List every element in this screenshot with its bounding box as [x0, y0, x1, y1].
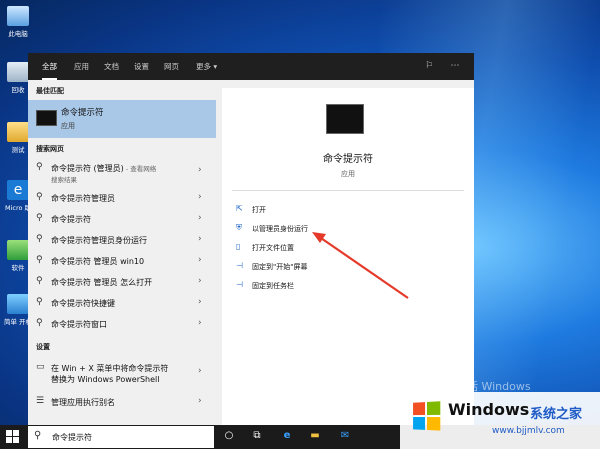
- search-input[interactable]: 命令提示符: [52, 432, 92, 443]
- windows-logo-tile: [13, 430, 19, 436]
- mail-icon[interactable]: ✉: [338, 429, 352, 443]
- file-explorer-icon[interactable]: ▬: [308, 429, 322, 443]
- flag-tile: [427, 401, 441, 415]
- annotation-arrow: [312, 232, 409, 299]
- logo-subtitle: 系统之家: [530, 407, 583, 422]
- logo-url: www.bjjmlv.com: [492, 426, 565, 436]
- windows-flag-logo: [413, 401, 442, 433]
- start-button[interactable]: [6, 430, 20, 444]
- site-logo-overlay: Windows 系统之家 www.bjjmlv.com: [400, 392, 600, 449]
- windows-logo-tile: [6, 437, 12, 443]
- annotation-arrow-line: [317, 235, 409, 299]
- taskbar-search-box[interactable]: ⚲ 命令提示符: [28, 426, 214, 448]
- edge-icon[interactable]: e: [280, 429, 294, 443]
- task-view-icon[interactable]: ⧉: [250, 429, 264, 443]
- flag-tile: [413, 417, 426, 430]
- flag-tile: [427, 417, 441, 431]
- logo-title: Windows: [448, 400, 530, 419]
- search-icon: ⚲: [34, 430, 42, 441]
- flag-tile: [413, 402, 426, 416]
- windows-logo-tile: [6, 430, 12, 436]
- windows-logo-tile: [13, 437, 19, 443]
- cortana-icon[interactable]: ○: [222, 429, 236, 443]
